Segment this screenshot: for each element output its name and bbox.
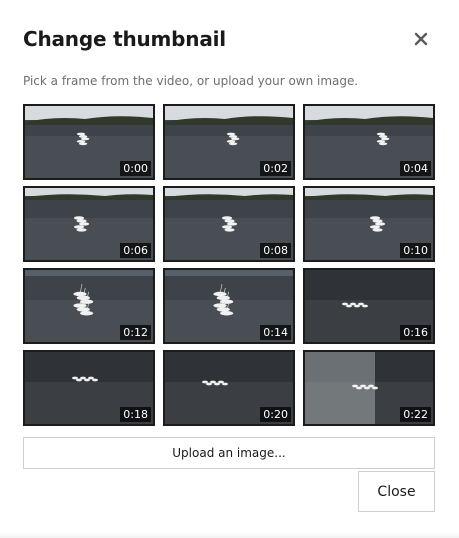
frame-timestamp: 0:10 <box>400 243 431 258</box>
frame-thumbnail[interactable]: 0:10 <box>303 186 435 262</box>
frame-timestamp: 0:12 <box>120 325 151 340</box>
frame-thumbnail[interactable]: 0:18 <box>23 350 155 426</box>
frame-thumbnail[interactable]: 0:14 <box>163 268 295 344</box>
frame-timestamp: 0:20 <box>260 407 291 422</box>
dialog-subtitle: Pick a frame from the video, or upload y… <box>23 74 359 88</box>
frame-timestamp: 0:02 <box>260 161 291 176</box>
change-thumbnail-dialog: Change thumbnail Pick a frame from the v… <box>0 0 459 538</box>
frame-timestamp: 0:00 <box>120 161 151 176</box>
dialog-title: Change thumbnail <box>23 27 226 51</box>
dialog-bottom-edge <box>0 532 459 538</box>
frame-timestamp: 0:06 <box>120 243 151 258</box>
frame-thumbnail[interactable]: 0:00 <box>23 104 155 180</box>
frame-timestamp: 0:22 <box>400 407 431 422</box>
frame-thumbnail[interactable]: 0:20 <box>163 350 295 426</box>
frame-timestamp: 0:08 <box>260 243 291 258</box>
frame-timestamp: 0:18 <box>120 407 151 422</box>
frame-timestamp: 0:14 <box>260 325 291 340</box>
close-icon[interactable] <box>410 28 432 50</box>
frame-grid: 0:00 0:02 0:04 0:06 0:08 0:10 0:12 0:14 0:16 0:18… <box>23 104 435 426</box>
frame-thumbnail[interactable]: 0:02 <box>163 104 295 180</box>
close-button[interactable]: Close <box>358 471 435 512</box>
frame-thumbnail[interactable]: 0:22 <box>303 350 435 426</box>
frame-thumbnail[interactable]: 0:16 <box>303 268 435 344</box>
frame-timestamp: 0:04 <box>400 161 431 176</box>
upload-image-button[interactable]: Upload an image... <box>23 437 435 469</box>
frame-thumbnail[interactable]: 0:12 <box>23 268 155 344</box>
frame-thumbnail[interactable]: 0:06 <box>23 186 155 262</box>
frame-thumbnail[interactable]: 0:04 <box>303 104 435 180</box>
frame-timestamp: 0:16 <box>400 325 431 340</box>
frame-thumbnail[interactable]: 0:08 <box>163 186 295 262</box>
